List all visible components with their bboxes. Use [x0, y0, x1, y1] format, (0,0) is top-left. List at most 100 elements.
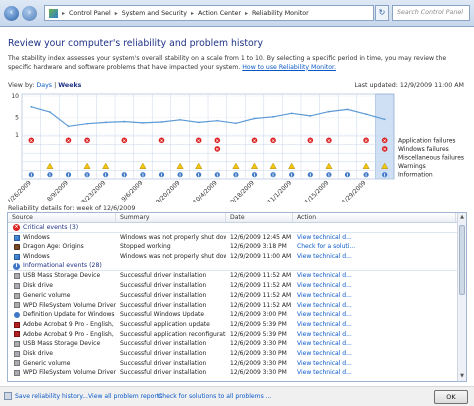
- table-row[interactable]: Adobe Acrobat 9 Pro - English, Fra... Suc…: [8, 320, 466, 330]
- error-glyph: ×: [308, 138, 312, 144]
- action-link[interactable]: View technical d...: [293, 252, 456, 262]
- action-link[interactable]: View technical d...: [293, 233, 456, 243]
- error-glyph: ×: [67, 138, 71, 144]
- action-link[interactable]: View technical d...: [293, 320, 456, 330]
- table-row[interactable]: Generic volume Successful driver installa…: [8, 359, 466, 369]
- source-cell: Windows: [23, 233, 50, 241]
- table-row[interactable]: USB Mass Storage Device Successful driver…: [8, 271, 466, 281]
- action-link[interactable]: View technical d...: [293, 291, 456, 301]
- action-link[interactable]: View technical d...: [293, 339, 456, 349]
- table-row[interactable]: Dragon Age: Origins Stopped working 12/6/2…: [8, 242, 466, 252]
- table-row[interactable]: Windows Windows was not properly shut dow…: [8, 233, 466, 243]
- refresh-button[interactable]: ↻: [375, 5, 389, 21]
- action-link[interactable]: View technical d...: [293, 281, 456, 291]
- event-row-label: Information: [398, 172, 433, 179]
- date-cell: 12/6/2009 12:45 AM: [230, 233, 292, 241]
- warning-icon: [83, 162, 91, 169]
- x-tick-label: 9/6/2009: [120, 179, 144, 202]
- data-point: [142, 121, 144, 124]
- scroll-down-arrow-icon[interactable]: ▼: [458, 372, 466, 381]
- breadcrumb-separator: ▸: [62, 9, 66, 17]
- column-source[interactable]: Source: [8, 213, 116, 222]
- forward-button[interactable]: ›: [22, 6, 37, 21]
- how-to-use-link[interactable]: How to use Reliability Monitor.: [242, 64, 336, 71]
- x-tick-label: 11/15/2009: [301, 179, 331, 202]
- source-cell: WPD FileSystem Volume Driver: [23, 301, 116, 309]
- y-tick-label: 1: [15, 132, 19, 139]
- intro-text: The stability index assesses your system…: [8, 55, 466, 72]
- date-cell: 12/6/2009 3:00 PM: [230, 311, 287, 319]
- error-glyph: ×: [215, 138, 219, 144]
- warning-icon: [269, 162, 277, 169]
- event-group-label: Informational events (28): [23, 262, 102, 270]
- device-icon: [14, 282, 20, 289]
- table-row[interactable]: Generic volume Successful driver installa…: [8, 291, 466, 301]
- error-glyph: ×: [160, 138, 164, 144]
- table-scrollbar[interactable]: ▲ ▼: [457, 213, 466, 381]
- column-action[interactable]: Action: [293, 213, 456, 222]
- event-group-header[interactable]: i Informational events (28): [8, 262, 466, 272]
- save-icon: [4, 392, 12, 400]
- action-link[interactable]: View technical d...: [293, 349, 456, 359]
- device-icon: [14, 370, 20, 377]
- event-row-label: Warnings: [398, 163, 426, 170]
- device-icon: [14, 360, 20, 367]
- y-tick-label: 5: [15, 115, 19, 122]
- action-link[interactable]: Check for a soluti...: [293, 242, 456, 252]
- view-weeks-link[interactable]: Weeks: [58, 82, 81, 89]
- summary-cell: Successful driver installation: [120, 282, 207, 290]
- back-button[interactable]: ‹: [4, 6, 19, 21]
- scroll-up-arrow-icon[interactable]: ▲: [458, 213, 466, 222]
- data-point: [309, 115, 312, 117]
- summary-cell: Successful driver installation: [120, 291, 207, 299]
- address-bar: ‹ › ▸ Control Panel ▸ System and Securit…: [0, 0, 474, 27]
- table-row[interactable]: WPD FileSystem Volume Driver Successful d…: [8, 368, 466, 378]
- check-solutions-link[interactable]: Check for solutions to all problems ...: [158, 393, 272, 400]
- table-row[interactable]: WPD FileSystem Volume Driver Successful d…: [8, 301, 466, 311]
- table-row[interactable]: Adobe Acrobat 9 Pro - English, Fra... Suc…: [8, 330, 466, 340]
- action-link[interactable]: View technical d...: [293, 330, 456, 340]
- data-point: [290, 112, 293, 115]
- scroll-thumb[interactable]: [459, 225, 465, 295]
- breadcrumb[interactable]: ▸ Control Panel ▸ System and Security ▸ …: [44, 5, 374, 21]
- breadcrumb-action-center[interactable]: Action Center: [198, 10, 241, 17]
- error-glyph: ×: [364, 138, 368, 144]
- data-point: [67, 125, 70, 128]
- action-link[interactable]: View technical d...: [293, 310, 456, 320]
- y-tick-label: 10: [11, 93, 19, 100]
- summary-cell: Successful driver installation: [120, 349, 207, 357]
- action-link[interactable]: View technical d...: [293, 368, 456, 378]
- update-icon: [14, 312, 20, 319]
- view-days-link[interactable]: Days: [36, 82, 52, 89]
- table-row[interactable]: Disk drive Successful driver installation…: [8, 349, 466, 359]
- breadcrumb-separator: ▸: [114, 9, 118, 17]
- action-link[interactable]: View technical d...: [293, 271, 456, 281]
- date-cell: 12/6/2009 3:30 PM: [230, 340, 287, 348]
- table-body: × Critical events (3) Windows Windows was n…: [8, 223, 466, 378]
- save-history-link[interactable]: Save reliability history...: [15, 393, 88, 400]
- breadcrumb-control-panel[interactable]: Control Panel: [69, 10, 111, 17]
- x-tick-label: 8/9/2009: [46, 179, 70, 202]
- source-cell: Definition Update for Windows Def...: [23, 311, 116, 319]
- column-date[interactable]: Date: [226, 213, 293, 222]
- action-link[interactable]: View technical d...: [293, 359, 456, 369]
- table-row[interactable]: Disk drive Successful driver installation…: [8, 281, 466, 291]
- table-row[interactable]: USB Mass Storage Device Successful driver…: [8, 339, 466, 349]
- breadcrumb-system-security[interactable]: System and Security: [122, 10, 187, 17]
- data-point: [104, 121, 107, 124]
- ok-button[interactable]: OK: [434, 390, 468, 404]
- warning-icon: [288, 162, 296, 169]
- breadcrumb-reliability-monitor[interactable]: Reliability Monitor: [252, 10, 309, 17]
- summary-cell: Successful driver installation: [120, 359, 207, 367]
- device-icon: [14, 292, 20, 299]
- column-summary[interactable]: Summary: [116, 213, 226, 222]
- event-group-header[interactable]: × Critical events (3): [8, 223, 466, 233]
- stability-chart[interactable]: 10 5 1 × × × × × × × × × × × × × Application failures × × W…: [8, 90, 466, 202]
- search-input[interactable]: Search Control Panel: [392, 5, 470, 21]
- view-all-reports-link[interactable]: View all problem reports: [88, 393, 162, 400]
- device-icon: [14, 341, 20, 348]
- warning-icon: [232, 162, 240, 169]
- table-row[interactable]: Definition Update for Windows Def... Succ…: [8, 310, 466, 320]
- reliability-details-table: Source Summary Date Action × Critical eve…: [7, 212, 467, 382]
- action-link[interactable]: View technical d...: [293, 301, 456, 311]
